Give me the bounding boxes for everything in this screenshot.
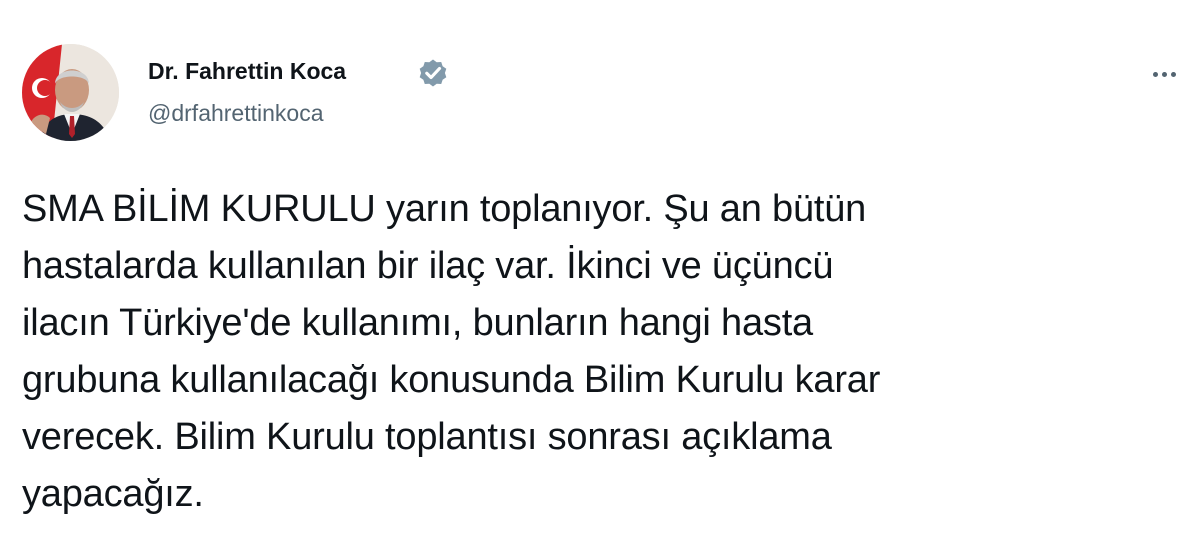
profile-photo-icon (22, 44, 119, 141)
tweet-text-line: verecek. Bilim Kurulu toplantısı sonrası… (22, 416, 832, 458)
tweet-text-line: yapacağız. (22, 473, 204, 515)
author-avatar[interactable] (22, 44, 119, 141)
author-handle[interactable]: @drfahrettinkoca (148, 98, 324, 128)
more-options-button[interactable] (1144, 58, 1184, 90)
tweet-card: Dr. Fahrettin Koca @drfahrettinkoca SMA … (0, 0, 1200, 536)
tweet-text: SMA BİLİM KURULU yarın toplanıyor. Şu an… (22, 181, 1182, 523)
tweet-text-line: hastalarda kullanılan bir ilaç var. İkin… (22, 245, 834, 287)
more-options-icon-dot (1170, 71, 1176, 77)
author-display-name[interactable]: Dr. Fahrettin Koca (148, 56, 346, 86)
tweet-text-line: ilacın Türkiye'de kullanımı, bunların ha… (22, 302, 813, 344)
more-options-icon-dot (1161, 71, 1167, 77)
more-options-icon (1152, 71, 1158, 77)
tweet-text-line: SMA BİLİM KURULU yarın toplanıyor. Şu an… (22, 188, 867, 230)
verified-badge-icon (419, 59, 447, 87)
tweet-text-line: grubuna kullanılacağı konusunda Bilim Ku… (22, 359, 881, 401)
